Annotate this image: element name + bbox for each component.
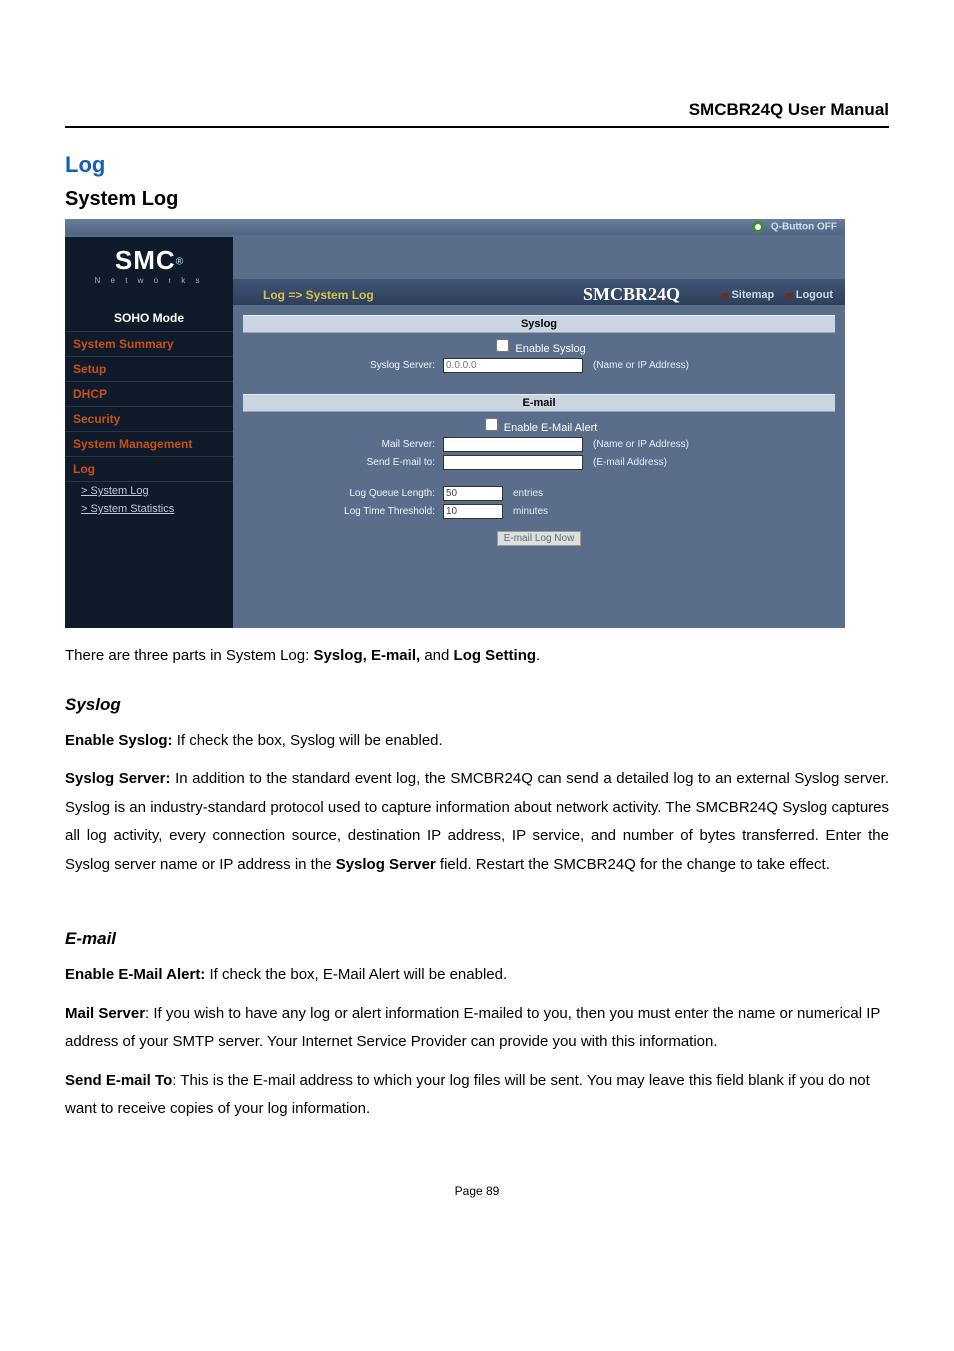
sidebar: SOHO Mode System Summary Setup DHCP Secu… [65, 305, 233, 628]
log-time-threshold-label: Log Time Threshold: [243, 506, 443, 517]
header-rule [65, 126, 889, 128]
heading-system-log: System Log [65, 188, 889, 211]
logout-link[interactable]: ▰Logout [784, 288, 833, 301]
log-time-threshold-hint: minutes [513, 506, 548, 517]
logo-reg-icon: ® [176, 256, 183, 267]
sidebar-item-system-management[interactable]: System Management [65, 432, 233, 457]
brand-logo: SMC® N e t w o r k s [65, 237, 233, 305]
sidebar-item-dhcp[interactable]: DHCP [65, 382, 233, 407]
mail-server-hint: (Name or IP Address) [593, 439, 689, 450]
router-ui: Q-Button OFF SMC® N e t w o r k s Log =>… [65, 219, 845, 628]
sidebar-item-setup[interactable]: Setup [65, 357, 233, 382]
heading-email: E-mail [65, 929, 889, 949]
log-queue-length-hint: entries [513, 488, 543, 499]
enable-email-label: Enable E-Mail Alert [504, 422, 598, 434]
syslog-server-label: Syslog Server: [243, 360, 443, 371]
log-queue-length-input[interactable] [443, 486, 503, 501]
sidebar-item-summary[interactable]: System Summary [65, 332, 233, 357]
email-enable-paragraph: Enable E-Mail Alert: If check the box, E… [65, 961, 889, 990]
syslog-server-paragraph: Syslog Server: In addition to the standa… [65, 765, 889, 879]
main-panel: Syslog Enable Syslog Syslog Server: (Nam… [233, 305, 845, 628]
heading-log: Log [65, 152, 889, 178]
qbutton-bar: Q-Button OFF [65, 219, 845, 235]
sidebar-sub-system-statistics[interactable]: > System Statistics [65, 500, 233, 518]
log-time-threshold-input[interactable] [443, 504, 503, 519]
logo-subtext: N e t w o r k s [65, 276, 233, 285]
email-section-title: E-mail [243, 394, 835, 412]
send-email-paragraph: Send E-mail To: This is the E-mail addre… [65, 1067, 889, 1124]
log-queue-length-label: Log Queue Length: [243, 488, 443, 499]
mail-server-label: Mail Server: [243, 439, 443, 450]
manual-title: SMCBR24Q User Manual [65, 100, 889, 120]
sidebar-sub-system-log[interactable]: > System Log [65, 482, 233, 500]
enable-syslog-checkbox[interactable] [496, 339, 509, 352]
sidebar-item-log[interactable]: Log [65, 457, 233, 482]
syslog-server-hint: (Name or IP Address) [593, 360, 689, 371]
enable-email-checkbox[interactable] [485, 418, 498, 431]
qbutton-icon[interactable] [752, 221, 764, 233]
qbutton-label[interactable]: Q-Button OFF [771, 222, 837, 233]
page-number: Page 89 [65, 1184, 889, 1198]
product-name: SMCBR24Q [583, 284, 680, 305]
send-email-to-label: Send E-mail to: [243, 457, 443, 468]
sidebar-item-security[interactable]: Security [65, 407, 233, 432]
syslog-server-input[interactable] [443, 358, 583, 373]
sidebar-mode: SOHO Mode [65, 305, 233, 332]
send-email-to-hint: (E-mail Address) [593, 457, 667, 468]
heading-syslog: Syslog [65, 695, 889, 715]
logo-text: SMC [115, 245, 176, 275]
syslog-section-title: Syslog [243, 315, 835, 333]
sitemap-link[interactable]: ▰Sitemap [720, 288, 774, 301]
send-email-to-input[interactable] [443, 455, 583, 470]
breadcrumb: Log => System Log [263, 288, 583, 302]
syslog-enable-paragraph: Enable Syslog: If check the box, Syslog … [65, 727, 889, 756]
mail-server-paragraph: Mail Server: If you wish to have any log… [65, 1000, 889, 1057]
mail-server-input[interactable] [443, 437, 583, 452]
enable-syslog-label: Enable Syslog [515, 343, 585, 355]
email-log-now-button[interactable]: E-mail Log Now [497, 531, 582, 546]
intro-paragraph: There are three parts in System Log: Sys… [65, 642, 889, 671]
